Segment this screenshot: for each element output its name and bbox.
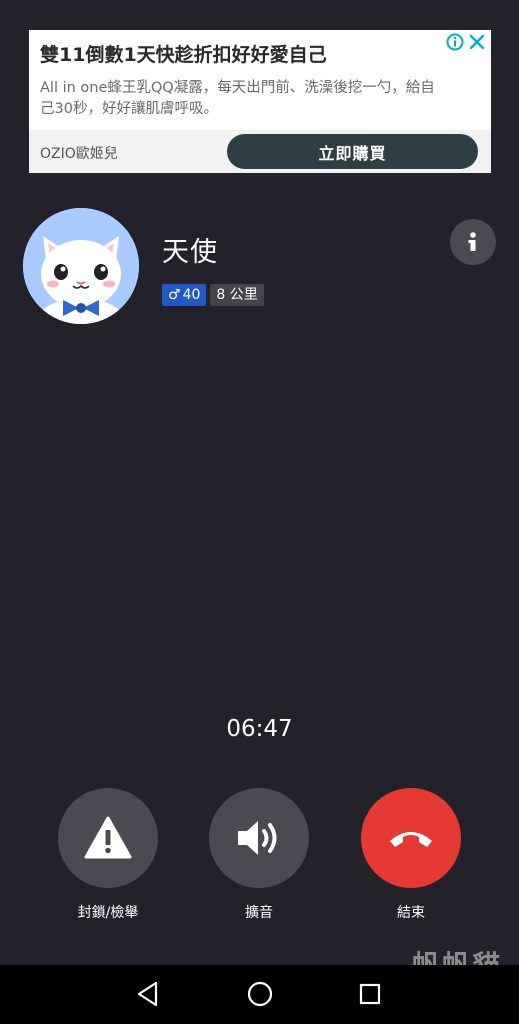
gender-icon: ♂: [168, 287, 181, 303]
ad-brand: OZIO歐姬兒: [40, 146, 118, 162]
distance-badge: 8 公里: [210, 284, 264, 306]
block-report-label: 封鎖/檢舉: [77, 905, 139, 921]
cat-avatar-icon: [23, 208, 139, 324]
ad-title[interactable]: 雙11倒數1天快趁折扣好好愛自己: [40, 40, 327, 67]
block-report-action[interactable]: 封鎖/檢舉: [53, 788, 163, 922]
ad-body: All in one蜂王乳QQ凝露，每天出門前、洗澡後挖一勺，給自己30秒，好好…: [40, 80, 435, 117]
ad-cta-button[interactable]: 立即購買: [227, 134, 478, 169]
ad-controls: [446, 33, 486, 51]
back-icon: [137, 981, 158, 1007]
block-report-button[interactable]: [58, 788, 158, 888]
system-nav-bar: [0, 965, 519, 1024]
end-call-action[interactable]: 結束: [356, 788, 466, 922]
speaker-button[interactable]: [209, 788, 309, 888]
hangup-icon: [390, 832, 432, 847]
home-icon: [247, 981, 273, 1007]
speaker-label: 擴音: [245, 905, 273, 921]
warning-icon: [84, 816, 132, 859]
ad-close-icon[interactable]: [468, 33, 486, 51]
call-timer: 06:47: [226, 716, 293, 742]
ad-info-icon[interactable]: [446, 33, 464, 51]
avatar[interactable]: [23, 208, 139, 324]
nav-recents-button[interactable]: [355, 979, 385, 1009]
nav-home-button[interactable]: [245, 979, 275, 1009]
speaker-action[interactable]: 擴音: [204, 788, 314, 922]
ad-banner[interactable]: 雙11倒數1天快趁折扣好好愛自己 All in one蜂王乳QQ凝露，每天出門前…: [29, 30, 491, 173]
age-value: 40: [182, 287, 201, 303]
nav-back-button[interactable]: [133, 979, 163, 1009]
speaker-icon: [238, 821, 277, 855]
age-badge: ♂ 40: [162, 284, 207, 306]
caller-badges: ♂ 40 8 公里: [162, 284, 264, 306]
caller-name: 天使: [162, 237, 218, 268]
end-call-label: 結束: [397, 905, 425, 921]
info-icon: [468, 232, 476, 251]
ad-footer: OZIO歐姬兒 立即購買: [29, 130, 491, 173]
recents-icon: [359, 983, 381, 1005]
end-call-button[interactable]: [361, 788, 461, 888]
profile-info-button[interactable]: [450, 219, 496, 265]
